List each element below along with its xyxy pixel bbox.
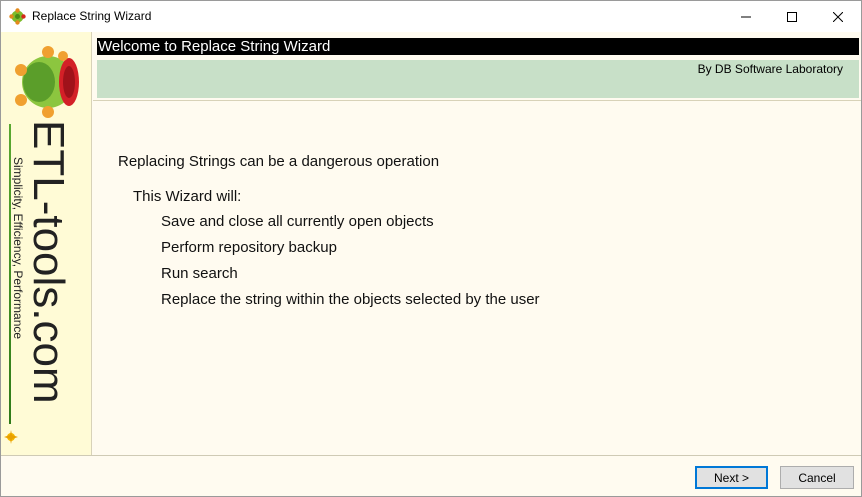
publisher-label: By DB Software Laboratory	[697, 62, 843, 76]
warning-text: Replacing Strings can be a dangerous ope…	[118, 153, 440, 170]
svg-text:Simplicity, Efficiency, Perfor: Simplicity, Efficiency, Performance	[12, 157, 25, 339]
intro-text: This Wizard will:	[133, 188, 242, 205]
title-bar[interactable]: Replace String Wizard	[1, 1, 861, 32]
brand-wordmark: ETL-tools.com	[28, 120, 72, 404]
close-icon	[833, 11, 843, 22]
wizard-window: Replace String Wizard ETL-tools.com Simp…	[0, 0, 862, 497]
step-item: Run search	[161, 265, 238, 282]
side-banner: ETL-tools.com Simplicity, Efficiency, Pe…	[1, 32, 92, 455]
minimize-button[interactable]	[723, 1, 769, 32]
step-item: Replace the string within the objects se…	[161, 291, 540, 308]
next-button[interactable]: Next >	[695, 466, 768, 489]
cancel-button[interactable]: Cancel	[780, 466, 854, 489]
etl-tools-logo	[15, 46, 79, 118]
window-title: Replace String Wizard	[32, 9, 152, 23]
star-icon	[4, 430, 18, 444]
close-button[interactable]	[815, 1, 861, 32]
brand-tagline: Simplicity, Efficiency, Performance	[12, 157, 25, 339]
minimize-icon	[741, 16, 751, 17]
app-icon	[9, 8, 26, 25]
content-area: Replacing Strings can be a dangerous ope…	[93, 101, 861, 455]
banner-divider-line	[9, 124, 11, 424]
svg-text:ETL-tools.com: ETL-tools.com	[28, 120, 72, 404]
maximize-button[interactable]	[769, 1, 815, 32]
page-title: Welcome to Replace String Wizard	[98, 38, 331, 55]
maximize-icon	[787, 11, 797, 22]
step-item: Perform repository backup	[161, 239, 337, 256]
step-item: Save and close all currently open object…	[161, 213, 434, 230]
